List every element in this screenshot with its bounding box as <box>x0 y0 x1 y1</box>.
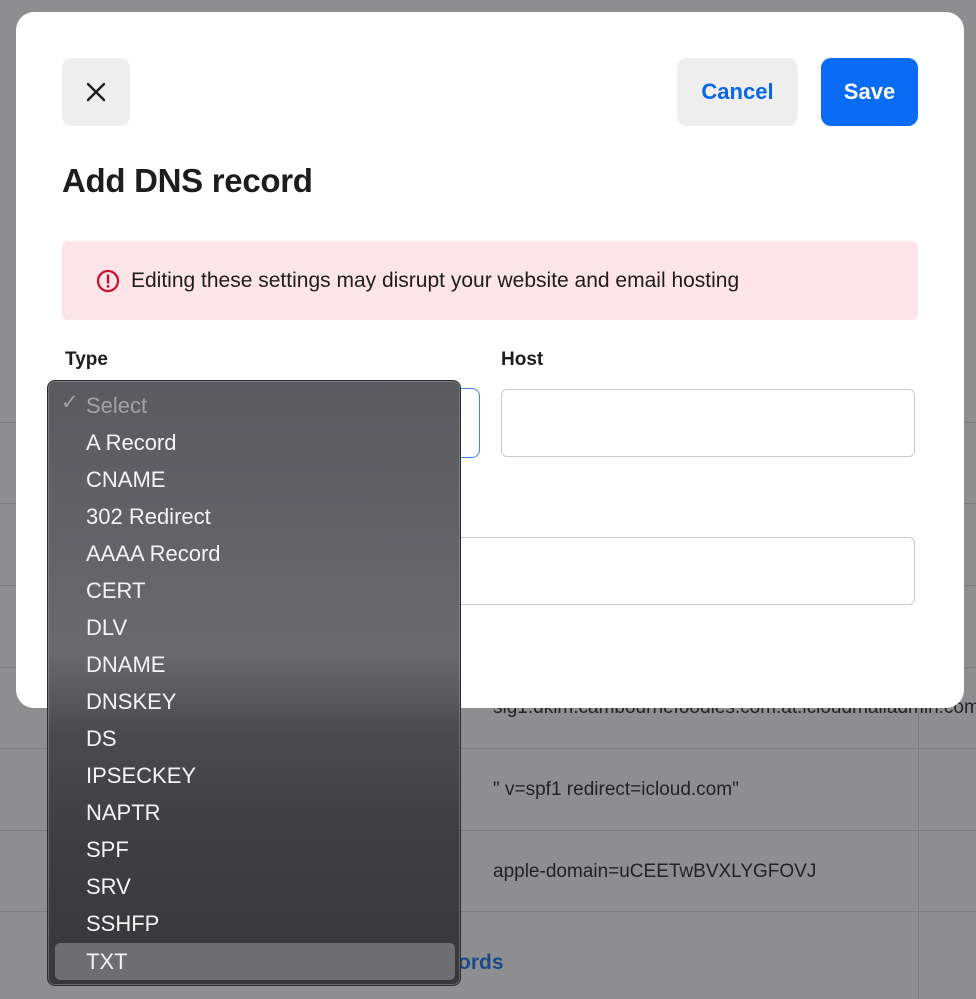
menu-item-label: CNAME <box>86 466 166 492</box>
menu-item-label: DNAME <box>86 651 166 677</box>
alert-text: Editing these settings may disrupt your … <box>131 268 740 292</box>
host-input[interactable] <box>501 389 915 457</box>
menu-item-label: Select <box>86 392 148 418</box>
close-button[interactable] <box>62 58 130 126</box>
type-label: Type <box>65 349 108 370</box>
menu-item-label: NAPTR <box>86 799 161 825</box>
menu-item-txt[interactable]: TXT <box>55 943 455 980</box>
menu-item-label: TXT <box>86 948 128 974</box>
menu-item-label: SRV <box>86 873 131 899</box>
menu-item-label: AAAA Record <box>86 540 221 566</box>
menu-item-a-record[interactable]: A Record <box>55 424 455 461</box>
menu-item-spf[interactable]: SPF <box>55 831 455 868</box>
page-title: Add DNS record <box>62 162 313 199</box>
menu-item-naptr[interactable]: NAPTR <box>55 794 455 831</box>
table-cell-value: " v=spf1 redirect=icloud.com" <box>493 779 739 800</box>
menu-item-label: SPF <box>86 836 129 862</box>
menu-item-dname[interactable]: DNAME <box>55 646 455 683</box>
menu-item-dlv[interactable]: DLV <box>55 609 455 646</box>
menu-item-label: A Record <box>86 429 177 455</box>
menu-item-label: SSHFP <box>86 910 160 936</box>
menu-item-cert[interactable]: CERT <box>55 572 455 609</box>
menu-item-label: DS <box>86 725 117 751</box>
close-icon <box>85 81 107 103</box>
host-label: Host <box>501 349 544 370</box>
cancel-button[interactable]: Cancel <box>677 58 798 126</box>
menu-item-ds[interactable]: DS <box>55 720 455 757</box>
menu-item-label: DLV <box>86 614 128 640</box>
menu-item-dnskey[interactable]: DNSKEY <box>55 683 455 720</box>
menu-item-ipseckey[interactable]: IPSECKEY <box>55 757 455 794</box>
menu-item-302-redirect[interactable]: 302 Redirect <box>55 498 455 535</box>
type-dropdown-menu: ✓ Select A Record CNAME 302 Redirect AAA… <box>47 380 461 986</box>
warning-alert: Editing these settings may disrupt your … <box>62 241 918 320</box>
menu-item-label: IPSECKEY <box>86 762 197 788</box>
menu-item-select: ✓ Select <box>55 387 455 424</box>
table-cell-value: apple-domain=uCEETwBVXLYGFOVJ <box>493 861 817 882</box>
checkmark-icon: ✓ <box>61 391 79 414</box>
menu-item-aaaa-record[interactable]: AAAA Record <box>55 535 455 572</box>
menu-item-sshfp[interactable]: SSHFP <box>55 905 455 942</box>
menu-item-label: DNSKEY <box>86 688 177 714</box>
menu-item-cname[interactable]: CNAME <box>55 461 455 498</box>
exclamation-circle-icon <box>96 269 120 293</box>
menu-item-srv[interactable]: SRV <box>55 868 455 905</box>
menu-item-label: CERT <box>86 577 146 603</box>
save-button[interactable]: Save <box>821 58 918 126</box>
records-link[interactable]: ords <box>458 951 504 975</box>
menu-item-label: 302 Redirect <box>86 503 211 529</box>
